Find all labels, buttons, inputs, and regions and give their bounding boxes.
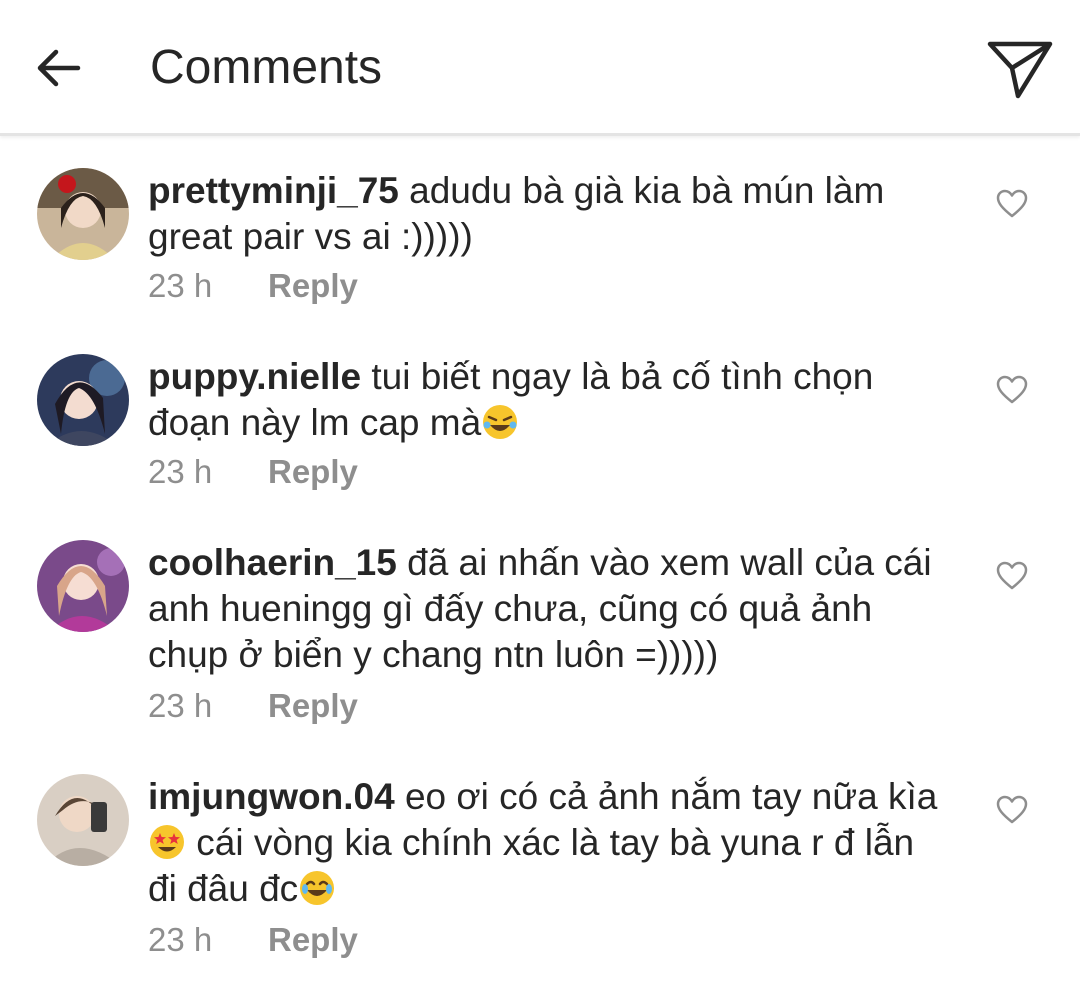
reply-button[interactable]: Reply: [268, 266, 358, 306]
heart-icon: [996, 375, 1028, 404]
avatar[interactable]: [37, 540, 129, 632]
comment-body: puppy.nielle tui biết ngay là bả cố tình…: [148, 354, 948, 446]
star-struck-emoji: [150, 825, 184, 859]
heart-icon: [996, 561, 1028, 590]
like-button[interactable]: [992, 370, 1032, 410]
comment-timestamp: 23 h: [148, 267, 213, 304]
comment-timestamp: 23 h: [148, 921, 213, 958]
tears-of-joy-emoji: [300, 871, 335, 905]
heart-icon: [996, 795, 1028, 824]
page-title: Comments: [150, 41, 383, 94]
avatar-image: [37, 168, 129, 260]
avatar-image: [37, 774, 129, 866]
reply-button[interactable]: Reply: [268, 686, 358, 726]
like-button[interactable]: [992, 556, 1032, 596]
avatar-image: [37, 354, 129, 446]
reply-button[interactable]: Reply: [268, 452, 358, 492]
comment-username[interactable]: imjungwon.04: [148, 776, 395, 817]
like-button[interactable]: [992, 790, 1032, 830]
rolling-on-floor-laughing-emoji: [483, 405, 518, 439]
top-bar: Comments: [0, 0, 1080, 136]
share-button[interactable]: [980, 36, 1060, 104]
like-button[interactable]: [992, 184, 1032, 224]
avatar[interactable]: [37, 168, 129, 260]
avatar-image: [37, 540, 129, 632]
comment-timestamp: 23 h: [148, 453, 213, 490]
comment-timestamp: 23 h: [148, 687, 213, 724]
heart-icon: [996, 189, 1028, 218]
comment-content-continued: cái vòng kia chính xác là tay bà yuna r …: [148, 822, 915, 909]
comment-username[interactable]: coolhaerin_15: [148, 542, 397, 583]
avatar[interactable]: [37, 354, 129, 446]
back-button[interactable]: [30, 40, 86, 96]
arrow-left-icon: [37, 49, 81, 87]
comment-content: eo ơi có cả ảnh nắm tay nữa kìa: [404, 776, 938, 817]
comment-body: coolhaerin_15 đã ai nhấn vào xem wall củ…: [148, 540, 948, 678]
paper-plane-icon: [987, 41, 1053, 99]
avatar[interactable]: [37, 774, 129, 866]
comment-username[interactable]: puppy.nielle: [148, 356, 361, 397]
comment-body: prettyminji_75 adudu bà già kia bà mún l…: [148, 168, 948, 260]
comment-body: imjungwon.04 eo ơi có cả ảnh nắm tay nữa…: [148, 774, 948, 912]
comment-username[interactable]: prettyminji_75: [148, 170, 399, 211]
reply-button[interactable]: Reply: [268, 920, 358, 960]
